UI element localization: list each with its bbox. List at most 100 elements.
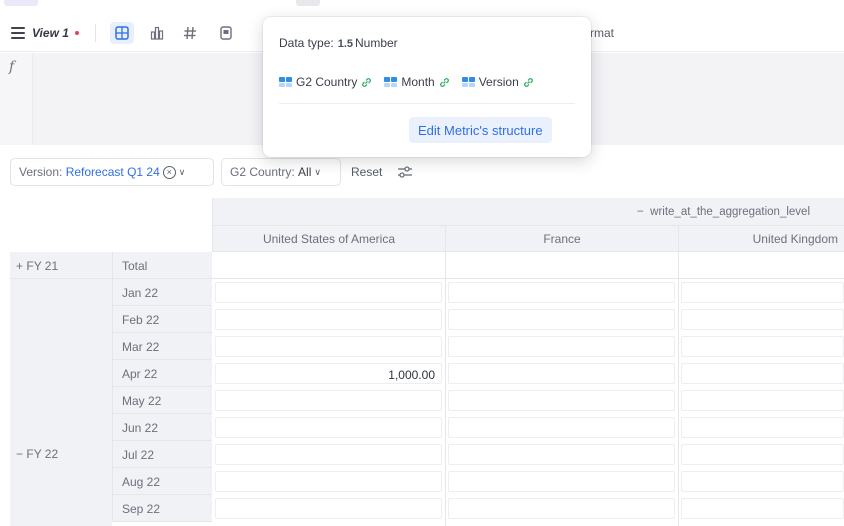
version-filter[interactable]: Version: Reforecast Q1 24 × ∨ [10, 158, 214, 186]
table-row [212, 279, 844, 306]
data-cell[interactable] [215, 444, 442, 465]
header-chip [4, 0, 38, 6]
data-cell[interactable] [448, 282, 675, 303]
version-filter-label: Version: [19, 165, 63, 179]
data-type-value: Number [355, 36, 398, 50]
data-cell[interactable] [448, 255, 675, 276]
group-name: write_at_the_aggregation_level [650, 206, 810, 218]
dimension-icon [279, 77, 292, 87]
data-cell-apr-usa[interactable]: 1,000.00 [215, 363, 442, 384]
data-cell[interactable] [681, 471, 844, 492]
data-cell[interactable] [681, 417, 844, 438]
row-header-fy22[interactable]: − FY 22 [10, 279, 112, 526]
reset-button[interactable]: Reset [351, 165, 382, 179]
clear-filter-icon[interactable]: × [162, 165, 176, 179]
grid-view-button[interactable] [110, 22, 134, 44]
data-cell[interactable] [215, 498, 442, 519]
data-type-row: Data type: 1.5 Number [279, 36, 398, 50]
metric-info-popover: Data type: 1.5 Number G2 Country Month Ver… [263, 17, 591, 157]
row-header-month: Feb 22 [112, 306, 212, 333]
dimension-label: Version [478, 75, 519, 89]
column-header-uk[interactable]: United Kingdom [678, 226, 844, 252]
number-type-icon: 1.5 [337, 38, 353, 50]
row-header-fy21[interactable]: + FY 21 [10, 252, 112, 279]
table-row [212, 468, 844, 495]
data-cell[interactable] [681, 363, 844, 384]
popover-divider [279, 103, 575, 104]
column-group-header[interactable]: − write_at_the_aggregation_level [212, 198, 844, 226]
filter-settings-icon[interactable] [397, 165, 413, 179]
link-icon [362, 77, 372, 87]
data-cell[interactable] [215, 255, 442, 276]
row-header-month: May 22 [112, 387, 212, 414]
table-row [212, 441, 844, 468]
data-cell[interactable] [448, 444, 675, 465]
data-cell[interactable] [681, 498, 844, 519]
unsaved-indicator [75, 31, 79, 35]
row-header-month: Sep 22 [112, 495, 212, 522]
link-icon [523, 77, 533, 87]
row-header-month: Jun 22 [112, 414, 212, 441]
dimension-version[interactable]: Version [461, 75, 534, 89]
data-cell[interactable] [681, 390, 844, 411]
column-header-france[interactable]: France [445, 226, 678, 252]
edit-metric-structure-button[interactable]: Edit Metric's structure [409, 117, 552, 143]
table-row [212, 495, 844, 522]
country-filter[interactable]: G2 Country: All ∨ [221, 158, 341, 186]
filter-bar: Version: Reforecast Q1 24 × ∨ G2 Country… [0, 158, 844, 188]
data-cell[interactable] [215, 471, 442, 492]
data-cell[interactable] [681, 255, 844, 276]
data-cell[interactable] [215, 417, 442, 438]
toolbar-divider [95, 24, 96, 42]
chevron-down-icon: ∨ [314, 166, 321, 177]
row-header-month: Apr 22 [112, 360, 212, 387]
chart-view-button[interactable] [145, 22, 169, 44]
table-row [212, 387, 844, 414]
kpi-view-button[interactable] [178, 22, 202, 44]
header-chip-2 [296, 0, 320, 6]
data-cell[interactable] [215, 390, 442, 411]
link-icon [439, 77, 449, 87]
data-cell[interactable] [448, 390, 675, 411]
column-divider [678, 252, 679, 526]
sheet-view-button[interactable] [214, 22, 238, 44]
data-cell[interactable] [215, 309, 442, 330]
data-cell[interactable] [448, 498, 675, 519]
data-cell[interactable] [215, 336, 442, 357]
expand-toggle[interactable]: + [16, 259, 23, 273]
dimension-icon [461, 77, 475, 87]
data-cell[interactable] [448, 309, 675, 330]
data-cell[interactable] [681, 309, 844, 330]
bar-chart-icon [150, 26, 164, 40]
dimension-g2-country[interactable]: G2 Country [279, 75, 372, 89]
data-cell[interactable] [448, 417, 675, 438]
hamburger-menu-icon[interactable] [11, 27, 25, 39]
data-cell[interactable] [681, 444, 844, 465]
collapse-toggle[interactable]: − [16, 447, 23, 461]
dimension-label: G2 Country [296, 75, 358, 89]
dimension-list: G2 Country Month Version [279, 75, 546, 89]
dimension-icon [384, 77, 398, 87]
data-cell[interactable] [448, 336, 675, 357]
table-row: 1,000.00 [212, 360, 844, 387]
data-cell[interactable] [448, 471, 675, 492]
data-cell[interactable] [681, 282, 844, 303]
year-label: FY 22 [26, 447, 59, 461]
function-icon: f [9, 59, 15, 75]
data-cell[interactable] [448, 363, 675, 384]
column-group-label: − write_at_the_aggregation_level [637, 206, 810, 218]
format-label[interactable]: rmat [590, 26, 614, 40]
pivot-grid: − write_at_the_aggregation_level United … [0, 198, 844, 526]
dimension-month[interactable]: Month [384, 75, 449, 89]
country-filter-label: G2 Country: [230, 165, 295, 179]
collapse-toggle[interactable]: − [637, 206, 644, 218]
view-name[interactable]: View 1 [32, 26, 69, 40]
top-header-sliver [0, 0, 844, 10]
row-header-corner [10, 198, 212, 254]
row-header-month: Jul 22 [112, 441, 212, 468]
year-label: FY 21 [26, 259, 59, 273]
data-cell[interactable] [681, 336, 844, 357]
column-header-usa[interactable]: United States of America [212, 226, 445, 252]
data-cell[interactable] [215, 282, 442, 303]
document-icon [220, 26, 232, 40]
